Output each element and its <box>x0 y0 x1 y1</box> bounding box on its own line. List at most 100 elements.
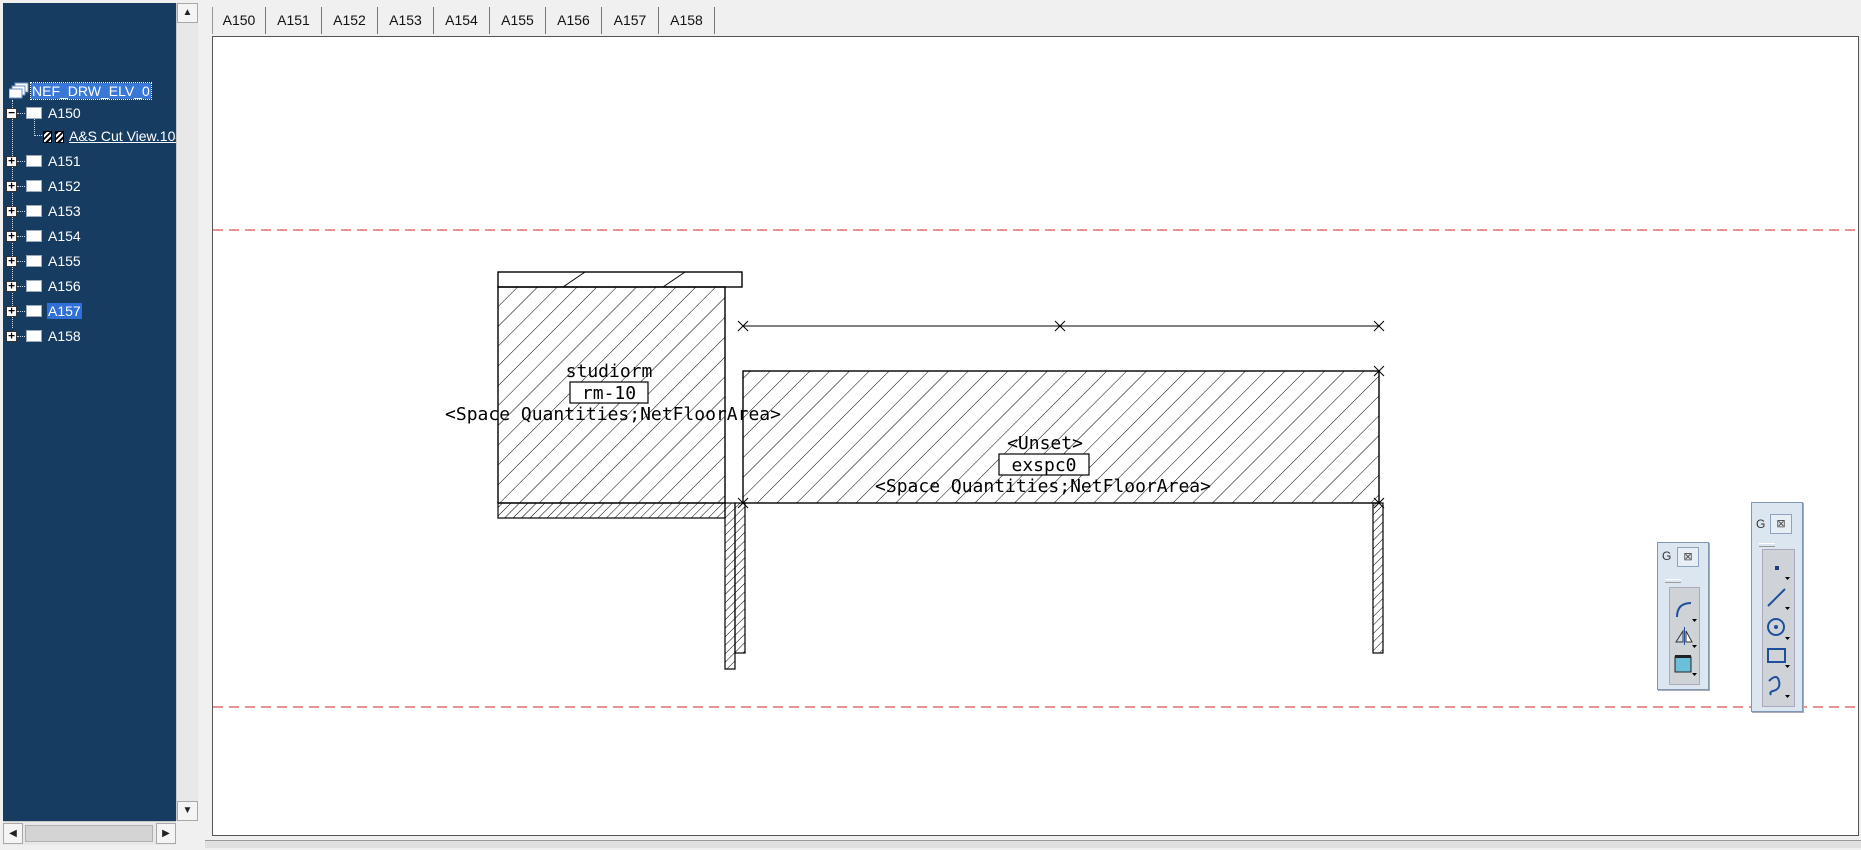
sheet-icon <box>26 255 42 267</box>
expand-icon[interactable]: + <box>6 230 17 242</box>
point-icon[interactable] <box>1765 555 1791 581</box>
expand-icon[interactable]: + <box>6 280 17 292</box>
sheet-icon <box>26 205 42 217</box>
collapse-icon[interactable]: − <box>6 107 17 119</box>
toolbar-title: G <box>1662 549 1672 563</box>
frame-icon[interactable] <box>1672 651 1698 677</box>
close-icon[interactable]: ⊠ <box>1677 547 1699 567</box>
tree-item-label[interactable]: A150 <box>47 105 82 121</box>
sheet-icon <box>26 155 42 167</box>
tab-a151[interactable]: A151 <box>266 7 322 34</box>
tree-item-a158[interactable]: + A158 <box>6 327 166 347</box>
tree-connector <box>17 286 25 287</box>
tree-connector <box>17 336 25 337</box>
tree-connector <box>17 311 25 312</box>
wall-post <box>1372 502 1384 654</box>
tree-item-label[interactable]: A158 <box>47 328 82 344</box>
tab-a155[interactable]: A155 <box>490 7 546 34</box>
application-window: NEF_DRW_ELV_0 − A150 A&S Cut View.104 + … <box>0 0 1861 850</box>
tree-item-label[interactable]: A152 <box>47 178 82 194</box>
tree-horizontal-scrollbar[interactable]: ◀ ▶ <box>3 821 176 845</box>
tree-connector <box>17 261 25 262</box>
tree-item-label[interactable]: A155 <box>47 253 82 269</box>
tree-connector <box>17 236 25 237</box>
spline-icon[interactable] <box>1765 673 1791 699</box>
scroll-right-icon[interactable]: ▶ <box>156 823 176 844</box>
tab-a153[interactable]: A153 <box>378 7 434 34</box>
tree-item-a157[interactable]: + A157 <box>6 302 166 322</box>
tree-item-label[interactable]: A&S Cut View.104 <box>68 128 176 144</box>
wall-post <box>724 502 736 670</box>
toolbar-grip[interactable] <box>1759 543 1775 547</box>
tree-item-label[interactable]: A151 <box>47 153 82 169</box>
floating-toolbar-large[interactable]: G ⊠ <box>1751 502 1803 712</box>
tree-connector <box>17 161 25 162</box>
tree-vertical-scrollbar[interactable]: ▲ ▼ <box>176 3 198 821</box>
tree-item-a151[interactable]: + A151 <box>6 152 166 172</box>
close-icon[interactable]: ⊠ <box>1770 514 1792 534</box>
tree-item-label[interactable]: A153 <box>47 203 82 219</box>
expand-icon[interactable]: + <box>6 305 17 317</box>
tree-item-a153[interactable]: + A153 <box>6 202 166 222</box>
arc-icon[interactable] <box>1672 597 1698 623</box>
drawing-sheet: studiorm rm-10 <Space Quantities;NetFloo… <box>213 229 1858 708</box>
expand-icon[interactable]: + <box>6 155 17 167</box>
tab-a154[interactable]: A154 <box>434 7 490 34</box>
tree-item-a150[interactable]: − A150 <box>6 104 166 124</box>
sheet-tabs: A150 A151 A152 A153 A154 A155 A156 A157 … <box>205 2 1859 36</box>
room-number-label[interactable]: exspc0 <box>1011 455 1076 476</box>
scroll-down-icon[interactable]: ▼ <box>177 801 198 821</box>
tree-root[interactable]: NEF_DRW_ELV_0 <box>8 82 169 102</box>
sheet-icon <box>26 280 42 292</box>
sheet-icon <box>26 230 42 242</box>
hatch-view-icon <box>55 131 64 143</box>
sheets-icon <box>8 82 29 99</box>
tree-connector <box>17 211 25 212</box>
tree-item-a154[interactable]: + A154 <box>6 227 166 247</box>
tree-item-label[interactable]: A156 <box>47 278 82 294</box>
tab-a156[interactable]: A156 <box>546 7 602 34</box>
tab-a150[interactable]: A150 <box>212 7 266 34</box>
rectangle-icon[interactable] <box>1765 643 1791 669</box>
room-number-label[interactable]: rm-10 <box>582 383 636 404</box>
specification-tree[interactable]: NEF_DRW_ELV_0 − A150 A&S Cut View.104 + … <box>3 3 176 821</box>
tree-item-cut-view[interactable]: A&S Cut View.104 <box>43 127 176 147</box>
room-area-label[interactable]: <Space Quantities;NetFloorArea> <box>875 476 1211 497</box>
tree-connector <box>17 186 25 187</box>
expand-icon[interactable]: + <box>6 330 17 342</box>
toolbar-grip[interactable] <box>1665 579 1681 583</box>
tree-frame: NEF_DRW_ELV_0 − A150 A&S Cut View.104 + … <box>0 0 200 850</box>
tab-a152[interactable]: A152 <box>322 7 378 34</box>
expand-icon[interactable]: + <box>6 205 17 217</box>
room-area-label[interactable]: <Space Quantities;NetFloorArea> <box>445 404 781 425</box>
drawing-canvas[interactable]: studiorm rm-10 <Space Quantities;NetFloo… <box>212 36 1859 836</box>
tree-item-a152[interactable]: + A152 <box>6 177 166 197</box>
scroll-thumb[interactable] <box>25 825 153 842</box>
sheet-icon <box>26 330 42 342</box>
tab-a157[interactable]: A157 <box>602 7 659 34</box>
wall-post <box>734 502 746 654</box>
tree-connector <box>17 113 25 114</box>
room-name-label[interactable]: <Unset> <box>1007 433 1083 454</box>
hatch-view-icon <box>43 131 52 143</box>
tab-a158[interactable]: A158 <box>659 7 715 34</box>
tree-root-label[interactable]: NEF_DRW_ELV_0 <box>30 82 152 100</box>
line-icon[interactable] <box>1765 585 1791 611</box>
tree-item-label[interactable]: A154 <box>47 228 82 244</box>
canvas-bottom-edge <box>205 840 1861 848</box>
scroll-left-icon[interactable]: ◀ <box>3 823 23 844</box>
mirror-icon[interactable] <box>1672 623 1698 649</box>
floating-toolbar-small[interactable]: G ⊠ <box>1657 542 1709 690</box>
expand-icon[interactable]: + <box>6 180 17 192</box>
sheet-icon <box>26 107 42 119</box>
tree-item-a155[interactable]: + A155 <box>6 252 166 272</box>
sheet-icon <box>26 180 42 192</box>
tree-item-label[interactable]: A157 <box>47 303 82 319</box>
tree-item-a156[interactable]: + A156 <box>6 277 166 297</box>
toolbar-title: G <box>1756 517 1766 531</box>
sheet-icon <box>26 305 42 317</box>
circle-icon[interactable] <box>1765 615 1791 641</box>
room-name-label[interactable]: studiorm <box>566 361 653 382</box>
scroll-up-icon[interactable]: ▲ <box>177 3 198 23</box>
expand-icon[interactable]: + <box>6 255 17 267</box>
